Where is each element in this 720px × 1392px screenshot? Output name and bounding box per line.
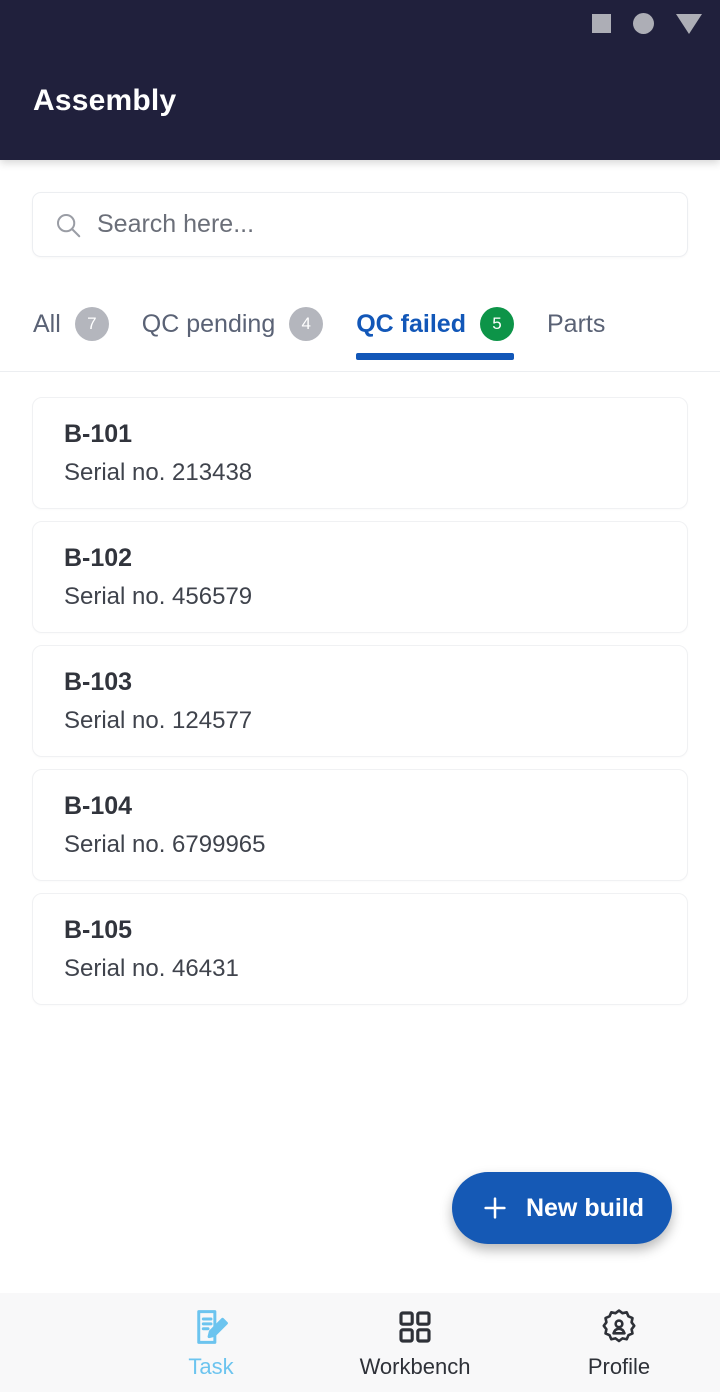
- tab-badge: 7: [74, 307, 109, 341]
- build-serial: Serial no. 456579: [64, 582, 253, 610]
- page-title: Assembly: [33, 84, 177, 117]
- gear-person-icon: [602, 1308, 636, 1342]
- list-item[interactable]: B-104 Serial no. 6799965: [32, 769, 688, 881]
- new-build-label: New build: [525, 1193, 645, 1222]
- build-serial: Serial no. 213438: [64, 458, 253, 486]
- list-item[interactable]: B-105 Serial no. 46431: [32, 893, 688, 1005]
- grid-icon: [399, 1310, 431, 1343]
- build-list: B-101 Serial no. 213438 B-102 Serial no.…: [32, 397, 688, 1017]
- circle-icon[interactable]: [633, 13, 654, 34]
- list-item[interactable]: B-103 Serial no. 124577: [32, 645, 688, 757]
- search-input[interactable]: [97, 210, 657, 239]
- build-title: B-102: [64, 544, 133, 572]
- nav-label: Workbench: [359, 1353, 471, 1379]
- tab-bar: All 7 QC pending 4 QC failed 5 Parts: [0, 288, 720, 372]
- document-edit-icon: [197, 1309, 228, 1344]
- nav-item-profile[interactable]: Profile: [563, 1306, 675, 1380]
- nav-label: Task: [188, 1353, 234, 1379]
- tab-qc-failed[interactable]: QC failed 5: [356, 288, 514, 360]
- build-title: B-103: [64, 668, 133, 696]
- list-item[interactable]: B-102 Serial no. 456579: [32, 521, 688, 633]
- bottom-navigation: Task Workbench Profile: [0, 1293, 720, 1392]
- tab-badge: 5: [479, 307, 514, 341]
- tab-label: QC failed: [356, 309, 466, 338]
- tab-badge: 4: [289, 307, 324, 341]
- build-serial: Serial no. 6799965: [64, 830, 266, 858]
- tab-label: Parts: [546, 309, 606, 338]
- build-title: B-105: [64, 916, 133, 944]
- list-item[interactable]: B-101 Serial no. 213438: [32, 397, 688, 509]
- build-title: B-104: [64, 792, 133, 820]
- tab-underline: [356, 353, 514, 360]
- search-bar[interactable]: [32, 192, 688, 257]
- square-icon[interactable]: [592, 14, 611, 33]
- plus-icon: [484, 1197, 506, 1219]
- nav-item-workbench[interactable]: Workbench: [359, 1306, 471, 1380]
- build-serial: Serial no. 124577: [64, 706, 253, 734]
- triangle-icon[interactable]: [676, 13, 702, 34]
- tab-label: QC pending: [141, 309, 276, 338]
- nav-label: Profile: [587, 1353, 651, 1379]
- nav-item-task[interactable]: Task: [155, 1306, 267, 1380]
- tab-all[interactable]: All 7: [33, 288, 109, 360]
- new-build-button[interactable]: New build: [452, 1172, 672, 1244]
- app-bar: Assembly: [0, 0, 720, 160]
- search-icon: [57, 213, 81, 237]
- tab-label: All: [33, 309, 61, 338]
- build-serial: Serial no. 46431: [64, 954, 239, 982]
- build-title: B-101: [64, 420, 133, 448]
- tab-qc-pending[interactable]: QC pending 4: [141, 288, 324, 360]
- tab-parts[interactable]: Parts: [547, 288, 605, 360]
- system-navigation: [592, 13, 702, 34]
